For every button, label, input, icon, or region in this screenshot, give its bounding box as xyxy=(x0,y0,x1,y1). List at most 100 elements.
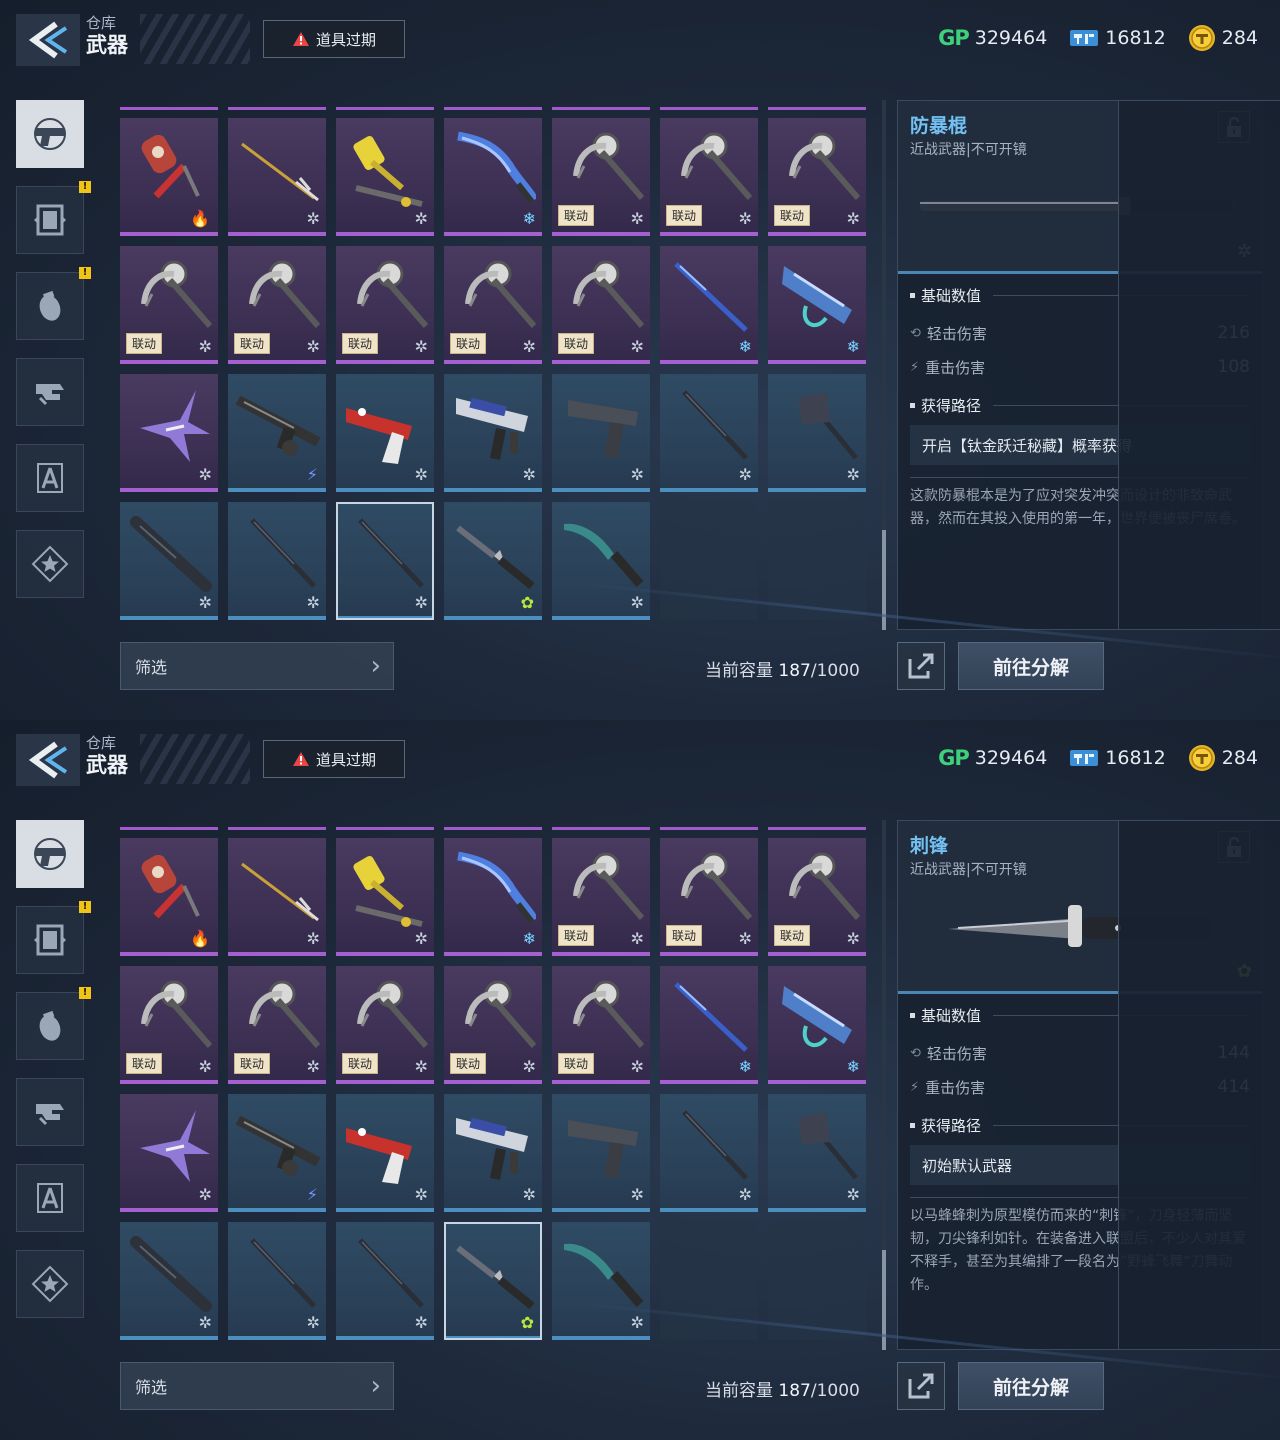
ticket-amount: 16812 xyxy=(1105,27,1166,49)
nav-item-grenade[interactable]: ! xyxy=(16,987,91,1060)
weapon-slot[interactable]: 联动 ✲ xyxy=(120,246,218,364)
weapon-slot[interactable]: 联动 ✲ xyxy=(228,966,326,1084)
share-icon xyxy=(908,653,934,679)
grenade-icon xyxy=(39,1010,61,1041)
nav-item-tools[interactable] xyxy=(16,444,84,512)
weapon-slot[interactable]: 🔥 xyxy=(120,838,218,956)
weapon-slot[interactable]: 联动 ✲ xyxy=(552,838,650,956)
collab-tag: 联动 xyxy=(126,333,163,354)
nav-item-star-badge[interactable] xyxy=(16,1250,84,1318)
weapon-slot[interactable]: 联动 ✲ xyxy=(768,118,866,236)
weapon-slot[interactable]: ✲ xyxy=(336,838,434,956)
weapon-slot[interactable]: ⚡ xyxy=(228,1094,326,1212)
weapon-slot[interactable]: ✲ xyxy=(552,374,650,492)
weapon-slot[interactable]: ✲ xyxy=(444,1094,542,1212)
weapon-slot[interactable]: 联动 ✲ xyxy=(552,966,650,1084)
weapon-slot[interactable]: ✲ xyxy=(768,1094,866,1212)
nav-item-armor[interactable] xyxy=(16,1078,84,1146)
nav-item-armor[interactable] xyxy=(16,358,84,426)
stats-header-text: 基础数值 xyxy=(921,1007,982,1025)
weapon-slot[interactable]: ✲ xyxy=(228,118,326,236)
share-button[interactable] xyxy=(897,642,945,690)
weapon-slot[interactable]: ✿ xyxy=(444,502,542,620)
weapon-grid: 🔥 ✲ ✲ ❄ 联动 ✲ 联动 ✲ 联动 ✲ 联动 ✲ 联动 ✲ 联动 ✲ 联动 ✲ 联动 ✲ ❄ ❄ ✲ ⚡ ✲ ✲ ✲ ✲ ✲ ✲ ✲ ✲… xyxy=(120,118,868,630)
weapon-slot[interactable]: 联动 ✲ xyxy=(336,966,434,1084)
weapon-slot[interactable]: ✲ xyxy=(228,1222,326,1340)
star-element-icon: ✲ xyxy=(198,465,212,484)
currency-bar: GP 329464 16812 284 xyxy=(938,744,1258,772)
back-button[interactable] xyxy=(16,734,80,786)
weapon-slot[interactable]: 联动 ✲ xyxy=(660,838,758,956)
details-button[interactable]: 详情 xyxy=(1118,820,1280,1350)
nav-item-tools[interactable] xyxy=(16,1164,84,1232)
weapon-slot[interactable]: 🔥 xyxy=(120,118,218,236)
weapon-slot[interactable]: ❄ xyxy=(660,246,758,364)
weapon-slot[interactable]: 联动 ✲ xyxy=(120,966,218,1084)
weapon-slot[interactable]: ✲ xyxy=(120,374,218,492)
weapon-slot[interactable]: ✲ xyxy=(768,374,866,492)
weapon-slot[interactable]: ✲ xyxy=(228,502,326,620)
filter-button[interactable]: 筛选 › xyxy=(120,1362,394,1410)
nav-item-star-badge[interactable] xyxy=(16,530,84,598)
weapon-slot[interactable]: ❄ xyxy=(768,966,866,1084)
weapon-slot[interactable]: ✲ xyxy=(336,1222,434,1340)
weapon-slot[interactable]: ✲ xyxy=(336,118,434,236)
star-element-icon: ✲ xyxy=(630,209,644,228)
weapon-slot[interactable]: ✲ xyxy=(552,502,650,620)
expired-items-button[interactable]: 道具过期 xyxy=(263,20,405,58)
nav-item-weapon-pistol[interactable] xyxy=(16,100,84,168)
weapon-slot[interactable]: 联动 ✲ xyxy=(768,838,866,956)
gp-icon: GP xyxy=(938,26,970,50)
weapon-slot[interactable]: ✲ xyxy=(336,502,434,620)
filter-button[interactable]: 筛选 › xyxy=(120,642,394,690)
weapon-slot[interactable]: ✲ xyxy=(336,374,434,492)
back-button[interactable] xyxy=(16,14,80,66)
weapon-slot[interactable]: ✲ xyxy=(660,1094,758,1212)
weapon-slot[interactable]: ❄ xyxy=(768,246,866,364)
grid-scrollbar[interactable] xyxy=(882,100,886,630)
weapon-stick-image xyxy=(250,1238,316,1308)
weapon-slot[interactable]: ❄ xyxy=(660,966,758,1084)
nav-item-frame[interactable]: ! xyxy=(16,901,91,974)
star-element-icon: ✲ xyxy=(522,465,536,484)
weapon-slot[interactable]: 联动 ✲ xyxy=(444,246,542,364)
grid-scrollbar[interactable] xyxy=(882,820,886,1350)
nav-item-grenade[interactable]: ! xyxy=(16,267,91,340)
star-badge-icon xyxy=(31,1265,69,1303)
cell-edge xyxy=(768,97,866,110)
weapon-slot[interactable]: 联动 ✲ xyxy=(660,118,758,236)
star-element-icon: ✲ xyxy=(738,465,752,484)
weapon-slot[interactable]: ❄ xyxy=(444,838,542,956)
weapon-slot[interactable]: ✲ xyxy=(660,374,758,492)
weapon-slot[interactable]: ✲ xyxy=(552,1222,650,1340)
decompose-button[interactable]: 前往分解 xyxy=(958,642,1104,690)
weapon-slot[interactable]: ✲ xyxy=(120,502,218,620)
weapon-slot[interactable]: ⚡ xyxy=(228,374,326,492)
details-button[interactable]: 详情 xyxy=(1118,100,1280,630)
weapon-slot[interactable]: ✲ xyxy=(444,374,542,492)
weapon-slot[interactable]: 联动 ✲ xyxy=(336,246,434,364)
weapon-slot[interactable]: ✲ xyxy=(120,1094,218,1212)
weapon-slot[interactable]: ❄ xyxy=(444,118,542,236)
cell-edge xyxy=(444,817,542,830)
weapon-slot[interactable]: ✲ xyxy=(336,1094,434,1212)
weapon-slot[interactable]: 联动 ✲ xyxy=(228,246,326,364)
weapon-slot[interactable]: 联动 ✲ xyxy=(444,966,542,1084)
weapon-slot[interactable]: ✿ xyxy=(444,1222,542,1340)
toxin-element-icon: ✿ xyxy=(520,593,534,612)
frost-element-icon: ❄ xyxy=(846,1057,860,1076)
weapon-slot[interactable]: ✲ xyxy=(120,1222,218,1340)
nav-item-frame[interactable]: ! xyxy=(16,181,91,254)
weapon-slot[interactable]: ✲ xyxy=(552,1094,650,1212)
weapon-slot[interactable]: ✲ xyxy=(228,838,326,956)
expired-items-button[interactable]: 道具过期 xyxy=(263,740,405,778)
nav-item-weapon-pistol[interactable] xyxy=(16,820,84,888)
weapon-slot[interactable]: 联动 ✲ xyxy=(552,246,650,364)
scrollbar-thumb[interactable] xyxy=(882,530,886,630)
weapon-slot[interactable]: 联动 ✲ xyxy=(552,118,650,236)
scrollbar-thumb[interactable] xyxy=(882,1250,886,1350)
decompose-button[interactable]: 前往分解 xyxy=(958,1362,1104,1410)
share-button[interactable] xyxy=(897,1362,945,1410)
star-element-icon: ✲ xyxy=(738,209,752,228)
gp-currency: GP 329464 xyxy=(938,746,1047,770)
